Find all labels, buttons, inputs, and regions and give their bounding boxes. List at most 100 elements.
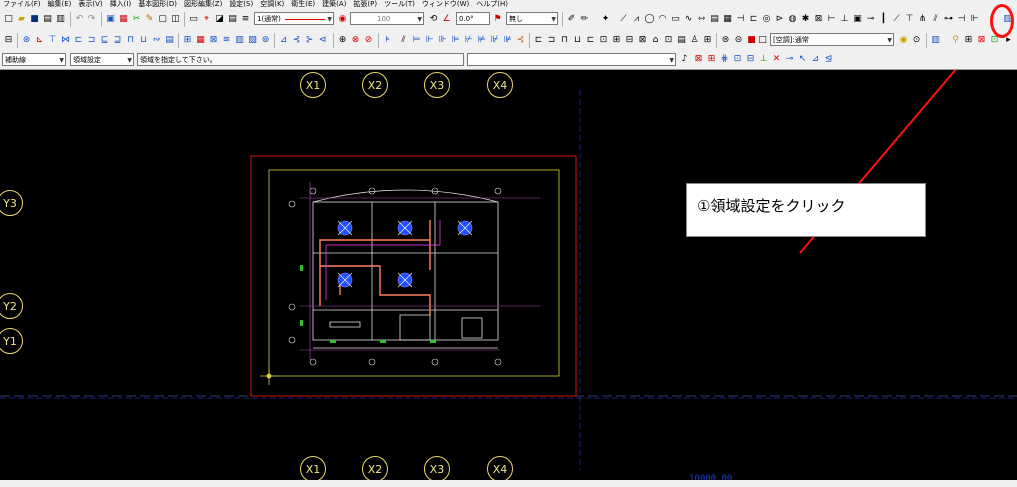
arch-floor-icon[interactable]: ⊠	[637, 35, 648, 46]
snap-near-icon[interactable]: ⊟	[745, 54, 756, 65]
pipe-elbow-icon[interactable]: ⊰	[291, 35, 302, 46]
save-icon[interactable]: ■	[29, 14, 40, 25]
layer-switch-icon[interactable]: ⊞	[963, 35, 974, 46]
curve-icon[interactable]: ∿	[683, 14, 694, 25]
offset-icon[interactable]: ⊏	[73, 35, 84, 46]
pipe-size-icon[interactable]: ⊲	[317, 35, 328, 46]
drawing-canvas[interactable]: X1 X2 X3 X4 X1 X2 X3 X4 Y3 Y2 Y1 10000.0…	[0, 70, 1017, 487]
hatch-icon[interactable]: ⚑	[492, 14, 503, 25]
property-icon[interactable]: ◪	[214, 14, 225, 25]
section-icon[interactable]: ⋔	[917, 14, 928, 25]
menu-item[interactable]: 表示(V)	[78, 0, 102, 8]
check-icon[interactable]: ⊘	[363, 35, 374, 46]
level-icon[interactable]: ⊤	[904, 14, 915, 25]
snap-tangent-icon[interactable]: ⊸	[784, 54, 795, 65]
snap-cursor-icon[interactable]: ↖	[797, 54, 808, 65]
layer-combo[interactable]: [空調]:通常 ▼	[770, 33, 894, 46]
level-label-icon[interactable]: ⊪	[437, 35, 448, 46]
dimension-icon[interactable]: ⇿	[696, 14, 707, 25]
arch-roof-icon[interactable]: ⌂	[650, 35, 661, 46]
reducer-icon[interactable]: ⋈	[60, 35, 71, 46]
coil-icon[interactable]: ≋	[221, 35, 232, 46]
equipment-icon[interactable]: ◍	[787, 14, 798, 25]
menu-item[interactable]: ツール(T)	[384, 0, 415, 8]
valve-icon[interactable]: ⊳	[774, 14, 785, 25]
note-label-icon[interactable]: ⊭	[476, 35, 487, 46]
riser-icon[interactable]: ⊥	[839, 14, 850, 25]
line-icon[interactable]: ⟋	[618, 14, 629, 25]
snap-ortho-icon[interactable]: ⊿	[810, 54, 821, 65]
pipe-tee-icon[interactable]: ⊱	[304, 35, 315, 46]
pump-icon[interactable]: ⊚	[260, 35, 271, 46]
snap-center-icon[interactable]: ⊡	[732, 54, 743, 65]
arch-list-icon[interactable]: ▤	[676, 35, 687, 46]
snap-perp-icon[interactable]: ⊥	[758, 54, 769, 65]
menu-item[interactable]: 建築(A)	[322, 0, 346, 8]
snap-intersect-icon[interactable]: ✕	[771, 54, 782, 65]
snap-dist-icon[interactable]: ⊴	[823, 54, 834, 65]
insulation-icon[interactable]: ▤	[164, 35, 175, 46]
cap-icon[interactable]: ⊓	[125, 35, 136, 46]
menu-item[interactable]: 衛生(E)	[291, 0, 315, 8]
layer-filter-icon[interactable]: ▥	[930, 35, 941, 46]
arch-window-icon[interactable]: ⊏	[585, 35, 596, 46]
branch-icon[interactable]: ⊢	[826, 14, 837, 25]
duct-icon[interactable]: ⊏	[748, 14, 759, 25]
arch-symbol-icon[interactable]: ⊡	[663, 35, 674, 46]
load-label-icon[interactable]: ⊯	[502, 35, 513, 46]
rectangle-icon[interactable]: ▭	[670, 14, 681, 25]
slope-icon[interactable]: ⟋	[891, 14, 902, 25]
symbol-icon[interactable]: ▣	[852, 14, 863, 25]
arch-stair-icon[interactable]: ⊞	[611, 35, 622, 46]
layer-on-icon[interactable]: ◉	[898, 35, 909, 46]
vertical-icon[interactable]: ┃	[878, 14, 889, 25]
text-icon[interactable]: ▤	[709, 14, 720, 25]
layer-manager-icon[interactable]: ⊜	[720, 35, 731, 46]
frame-icon[interactable]: ⊏	[533, 35, 544, 46]
layer-icon[interactable]: ▭	[188, 14, 199, 25]
layer-box-icon[interactable]: □	[757, 35, 768, 46]
damper-icon[interactable]: ⊠	[813, 14, 824, 25]
menu-item[interactable]: 編集(E)	[48, 0, 72, 8]
cut-icon[interactable]: ✂	[131, 14, 142, 25]
room-label-icon[interactable]: ⊮	[489, 35, 500, 46]
fcu-icon[interactable]: ▥	[234, 35, 245, 46]
pen-icon[interactable]: ✐	[566, 14, 577, 25]
menu-item[interactable]: 設定(S)	[229, 0, 253, 8]
linetype-combo[interactable]: 1(通常) ▼	[254, 12, 334, 25]
slope-label-icon[interactable]: ⊬	[463, 35, 474, 46]
menu-item[interactable]: ファイル(F)	[3, 0, 41, 8]
dimension-line-icon[interactable]: ⫽	[398, 35, 409, 46]
fill-icon[interactable]: ✏	[579, 14, 590, 25]
mode-combo[interactable]: 補助線 ▼	[2, 53, 66, 66]
transparency-icon[interactable]: ◉	[337, 14, 348, 25]
branch-duct-icon[interactable]: ⊑	[99, 35, 110, 46]
grid-settings-icon[interactable]: ▤	[227, 14, 238, 25]
linestyle-icon[interactable]: ≡	[240, 14, 251, 25]
riser-duct-icon[interactable]: ⊐	[86, 35, 97, 46]
grille-icon[interactable]: ▦	[195, 35, 206, 46]
fan-icon[interactable]: ✱	[800, 14, 811, 25]
angle-icon[interactable]: ∠	[441, 14, 452, 25]
arch-column-icon[interactable]: ⊡	[598, 35, 609, 46]
legend-icon[interactable]: ⊰	[515, 35, 526, 46]
circle-icon[interactable]: ◯	[644, 14, 655, 25]
table-icon[interactable]: ▦	[722, 14, 733, 25]
trunk-icon[interactable]: ⊒	[112, 35, 123, 46]
pattern-combo[interactable]: 無し ▼	[506, 12, 558, 25]
fitting-icon[interactable]: ◎	[761, 14, 772, 25]
menu-item[interactable]: ウィンドウ(W)	[422, 0, 469, 8]
size-label-icon[interactable]: ⊨	[411, 35, 422, 46]
connect-icon[interactable]: ⊶	[943, 14, 954, 25]
snap-icon[interactable]: ⌖	[201, 14, 212, 25]
route-icon[interactable]: ⊛	[21, 35, 32, 46]
pipe-icon[interactable]: ⊣	[735, 14, 746, 25]
polyline-icon[interactable]: ⩘	[631, 14, 642, 25]
print-preview-icon[interactable]: ▤	[42, 14, 53, 25]
microphone-icon[interactable]: ♪	[679, 54, 690, 65]
arch-wall-icon[interactable]: ⊓	[559, 35, 570, 46]
brush-icon[interactable]: ✎	[144, 14, 155, 25]
layer-color-icon[interactable]: ■	[746, 35, 757, 46]
arch-door-icon[interactable]: ⊔	[572, 35, 583, 46]
detail-icon[interactable]: ⊩	[969, 14, 980, 25]
